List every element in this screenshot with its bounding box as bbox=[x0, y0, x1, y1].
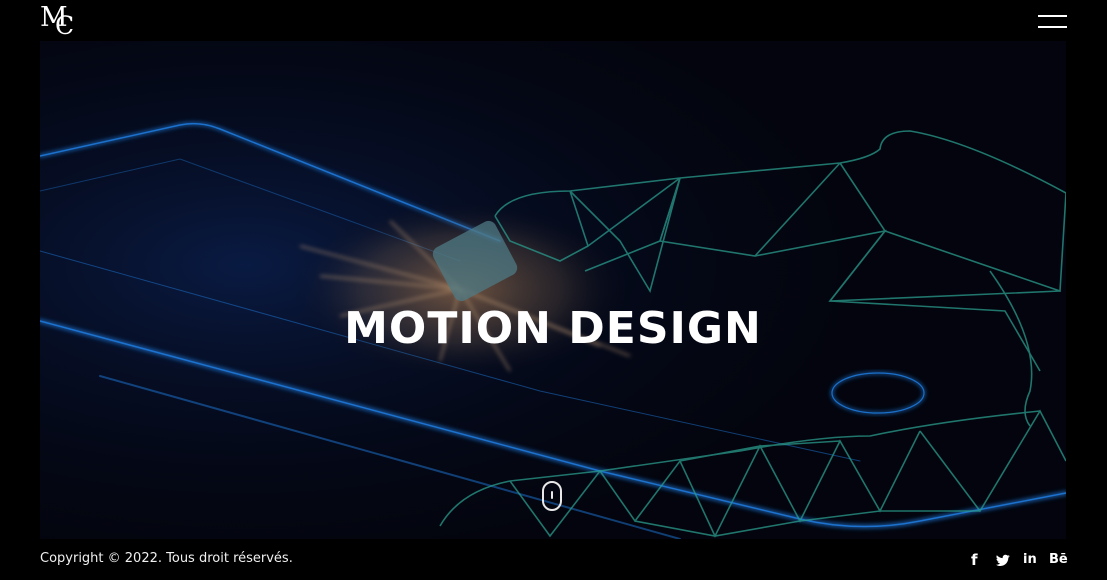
twitter-bird-glyph bbox=[996, 554, 1010, 567]
scroll-wheel bbox=[551, 491, 553, 499]
hero-title: MOTION DESIGN bbox=[344, 303, 762, 354]
linkedin-icon[interactable]: in bbox=[1023, 551, 1039, 569]
logo-letter-c: C bbox=[55, 11, 75, 40]
menu-bar-top bbox=[1038, 15, 1067, 17]
hero-background-illustration bbox=[40, 41, 1066, 539]
facebook-icon[interactable]: f bbox=[971, 551, 981, 569]
logo[interactable]: M C bbox=[40, 4, 80, 40]
menu-bar-bottom bbox=[1038, 26, 1067, 28]
behance-icon[interactable]: Bē bbox=[1049, 551, 1069, 569]
scroll-down-mouse-icon[interactable] bbox=[542, 481, 562, 511]
twitter-icon[interactable] bbox=[996, 551, 1012, 569]
hero-banner: MOTION DESIGN bbox=[40, 41, 1066, 539]
copyright-text: Copyright © 2022. Tous droit réservés. bbox=[40, 551, 293, 566]
hamburger-menu-icon[interactable] bbox=[1038, 13, 1067, 31]
